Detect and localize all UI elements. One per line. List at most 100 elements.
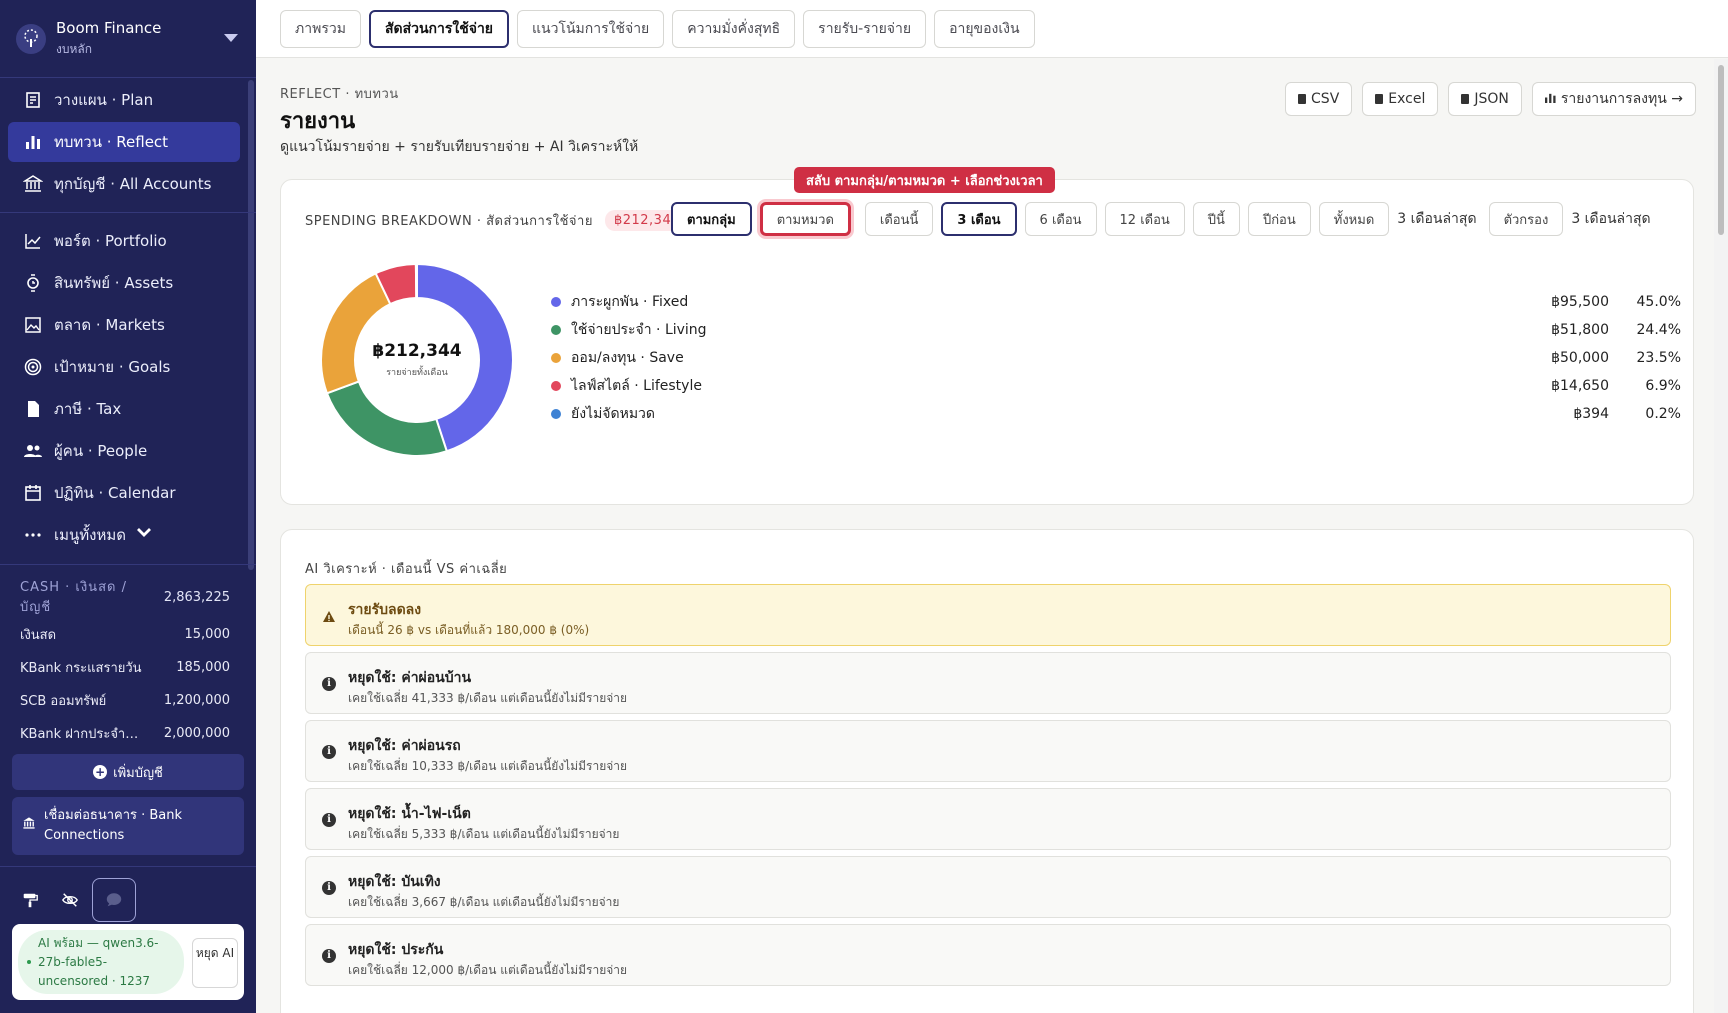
stop-ai-button[interactable]: หยุด AI xyxy=(192,938,238,988)
legend-label: ไลฟ์สไตล์ · Lifestyle xyxy=(571,378,702,394)
nav-item-calendar[interactable]: ปฏิทิน · Calendar xyxy=(8,473,240,513)
legend-swatch xyxy=(551,381,561,391)
group-by-category-button[interactable]: ตามหมวด xyxy=(759,202,851,236)
tab-age-of-money[interactable]: อายุของเงิน xyxy=(934,10,1035,48)
period-6-months[interactable]: 6 เดือน xyxy=(1024,202,1097,236)
page-title: รายงาน xyxy=(280,109,356,134)
export-excel-button[interactable]: Excel xyxy=(1362,82,1439,116)
brand-switcher[interactable]: Boom Finance งบหลัก xyxy=(0,0,256,78)
donut-center-amount: ฿212,344 xyxy=(372,341,462,361)
chart-legend: ภาระผูกพัน · Fixed ฿95,500 45.0% ใช้จ่ายประ… xyxy=(551,288,1681,428)
nav-item-people[interactable]: ผู้คน · People xyxy=(8,431,240,471)
info-alert: i หยุดใช้: ค่าผ่อนรถ เคยใช้เฉลี่ย 10,333 ฿… xyxy=(305,720,1671,782)
legend-amount: ฿50,000 xyxy=(1551,350,1609,366)
tutorial-callout: สลับ ตามกลุ่ม/ตามหมวด + เลือกช่วงเวลา xyxy=(794,167,1055,193)
period-3-months[interactable]: 3 เดือน xyxy=(941,202,1017,236)
legend-row[interactable]: ภาระผูกพัน · Fixed ฿95,500 45.0% xyxy=(551,288,1681,316)
eye-off-icon[interactable] xyxy=(48,878,92,922)
info-alert: i หยุดใช้: น้ำ-ไฟ-เน็ต เคยใช้เฉลี่ย 5,333 … xyxy=(305,788,1671,850)
document-icon xyxy=(22,398,44,420)
account-row[interactable]: SCB ออมทรัพย์ 1,200,000 xyxy=(20,684,230,717)
image-icon xyxy=(22,314,44,336)
nav-label: วางแผน · Plan xyxy=(54,91,154,109)
account-amount: 15,000 xyxy=(184,627,231,642)
donut-chart: ฿212,344 รายจ่ายทั้งเดือน xyxy=(317,260,517,460)
legend-amount: ฿95,500 xyxy=(1551,294,1609,310)
nav-label: สินทรัพย์ · Assets xyxy=(54,274,174,292)
main-scrollbar[interactable] xyxy=(1714,59,1728,1013)
nav-item-reflect[interactable]: ทบทวน · Reflect xyxy=(8,122,240,162)
tab-income-expense[interactable]: รายรับ-รายจ่าย xyxy=(803,10,927,48)
period-all[interactable]: ทั้งหมด xyxy=(1318,202,1390,236)
tree-logo-icon xyxy=(16,23,46,54)
alert-description: เคยใช้เฉลี่ย 3,667 ฿/เดือน แต่เดือนนี้ยั… xyxy=(348,895,620,909)
legend-label: ออม/ลงทุน · Save xyxy=(571,350,684,366)
nav-item-assets[interactable]: สินทรัพย์ · Assets xyxy=(8,263,240,303)
investment-report-label: รายงานการลงทุน → xyxy=(1560,91,1683,107)
legend-row[interactable]: ไลฟ์สไตล์ · Lifestyle ฿14,650 6.9% xyxy=(551,372,1681,400)
bank-connections-label: เชื่อมต่อธนาคาร · Bank Connections xyxy=(44,808,183,843)
nav-item-plan[interactable]: วางแผน · Plan xyxy=(8,80,240,120)
bank-icon xyxy=(22,816,36,837)
investment-report-button[interactable]: รายงานการลงทุน → xyxy=(1531,82,1696,116)
ai-status-panel: AI พร้อม — qwen3.6-27b-fable5-uncensored… xyxy=(12,924,244,1000)
nav-item-portfolio[interactable]: พอร์ต · Portfolio xyxy=(8,221,240,261)
export-actions: CSV Excel JSON รายงานการลงทุน → xyxy=(1285,82,1696,116)
nav-label: ตลาด · Markets xyxy=(54,316,165,334)
period-this-month[interactable]: เดือนนี้ xyxy=(864,202,934,236)
export-label: JSON xyxy=(1474,91,1509,107)
tab-net-worth[interactable]: ความมั่งคั่งสุทธิ xyxy=(672,10,796,48)
export-csv-button[interactable]: CSV xyxy=(1285,82,1353,116)
period-12-months[interactable]: 12 เดือน xyxy=(1104,202,1185,236)
info-alert: i หยุดใช้: ประกัน เคยใช้เฉลี่ย 12,000 ฿/เด… xyxy=(305,924,1671,986)
legend-percent: 24.4% xyxy=(1636,322,1681,338)
legend-label: ยังไม่จัดหมวด xyxy=(571,406,656,422)
account-name: KBank กระแสรายวัน xyxy=(20,661,142,676)
account-row[interactable]: KBank ฝากประจำ 12 เ... 2,000,000 xyxy=(20,717,230,750)
bank-connections-button[interactable]: เชื่อมต่อธนาคาร · Bank Connections xyxy=(12,797,244,855)
group-by-group-button[interactable]: ตามกลุ่ม xyxy=(671,202,752,236)
legend-row[interactable]: ใช้จ่ายประจำ · Living ฿51,800 24.4% xyxy=(551,316,1681,344)
account-amount: 1,200,000 xyxy=(163,693,230,708)
tab-spending-breakdown[interactable]: สัดส่วนการใช้จ่าย xyxy=(368,10,510,48)
period-this-year[interactable]: ปีนี้ xyxy=(1192,202,1240,236)
file-icon xyxy=(1375,94,1384,104)
account-name: เงินสด xyxy=(20,628,57,643)
paint-roller-icon[interactable] xyxy=(8,878,52,922)
nav-item-goals[interactable]: เป้าหมาย · Goals xyxy=(8,347,240,387)
chat-bubble-icon[interactable] xyxy=(92,878,136,922)
cash-accounts: CASH · เงินสด / บัญชี 2,863,225 เงินสด 15… xyxy=(20,578,230,750)
nav-item-tax[interactable]: ภาษี · Tax xyxy=(8,389,240,429)
legend-swatch xyxy=(551,325,561,335)
add-account-button[interactable]: + เพิ่มบัญชี xyxy=(12,754,244,790)
bank-icon xyxy=(22,173,44,195)
tab-overview[interactable]: ภาพรวม xyxy=(280,10,361,48)
status-dot-icon xyxy=(27,960,31,964)
filter-button[interactable]: ตัวกรอง xyxy=(1488,202,1564,236)
breakdown-label: SPENDING BREAKDOWN · สัดส่วนการใช้จ่าย xyxy=(305,214,593,229)
spending-breakdown-card: SPENDING BREAKDOWN · สัดส่วนการใช้จ่าย ฿… xyxy=(280,179,1694,505)
alert-title: หยุดใช้: ค่าผ่อนรถ xyxy=(348,738,461,754)
period-last-year[interactable]: ปีก่อน xyxy=(1247,202,1311,236)
export-json-button[interactable]: JSON xyxy=(1448,82,1522,116)
legend-label: ใช้จ่ายประจำ · Living xyxy=(571,322,707,338)
nav-item-all-menu[interactable]: เมนูทั้งหมด xyxy=(8,515,240,555)
nav-item-all-accounts[interactable]: ทุกบัญชี · All Accounts xyxy=(8,164,240,204)
tab-spending-trend[interactable]: แนวโน้มการใช้จ่าย xyxy=(517,10,665,48)
scrollbar-thumb[interactable] xyxy=(1718,65,1724,235)
alert-title: หยุดใช้: ค่าผ่อนบ้าน xyxy=(348,670,472,686)
nav-item-markets[interactable]: ตลาด · Markets xyxy=(8,305,240,345)
caret-down-icon[interactable] xyxy=(224,34,238,42)
legend-percent: 23.5% xyxy=(1636,350,1681,366)
sidebar-scrollbar[interactable] xyxy=(248,80,254,570)
legend-label: ภาระผูกพัน · Fixed xyxy=(571,294,689,310)
report-tabs-bar: ภาพรวม สัดส่วนการใช้จ่าย แนวโน้มการใช้จ่… xyxy=(256,0,1728,58)
account-row[interactable]: เงินสด 15,000 xyxy=(20,618,230,651)
legend-row[interactable]: ยังไม่จัดหมวด ฿394 0.2% xyxy=(551,400,1681,428)
legend-row[interactable]: ออม/ลงทุน · Save ฿50,000 23.5% xyxy=(551,344,1681,372)
nav-label: ภาษี · Tax xyxy=(54,400,122,418)
line-chart-icon xyxy=(22,230,44,252)
legend-percent: 6.9% xyxy=(1645,378,1681,394)
nav-label: เป้าหมาย · Goals xyxy=(54,358,171,376)
account-row[interactable]: KBank กระแสรายวัน 185,000 xyxy=(20,651,230,684)
